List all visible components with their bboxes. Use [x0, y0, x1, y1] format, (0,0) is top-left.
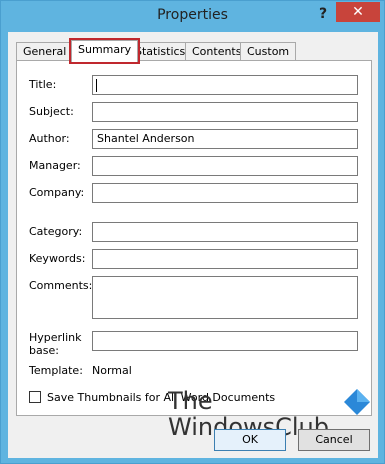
- company-field[interactable]: [92, 183, 358, 203]
- title-label: Title:: [29, 78, 57, 91]
- hyperlink-base-label-line2: base:: [29, 344, 59, 357]
- subject-label: Subject:: [29, 105, 74, 118]
- template-value: Normal: [92, 364, 132, 377]
- comments-field[interactable]: [92, 276, 358, 319]
- title-bar[interactable]: Properties ? ✕: [1, 1, 384, 31]
- category-label: Category:: [29, 225, 83, 238]
- ok-button[interactable]: OK: [214, 429, 286, 451]
- company-label: Company:: [29, 186, 85, 199]
- manager-label: Manager:: [29, 159, 81, 172]
- properties-dialog: Properties ? ✕ General Summary Statistic…: [0, 0, 385, 464]
- cancel-button[interactable]: Cancel: [298, 429, 370, 451]
- tab-general[interactable]: General: [16, 42, 74, 61]
- author-field[interactable]: Shantel Anderson: [92, 129, 358, 149]
- help-button[interactable]: ?: [316, 6, 330, 22]
- watermark-line1: The: [168, 387, 213, 415]
- tab-custom[interactable]: Custom: [240, 42, 297, 61]
- comments-label: Comments:: [29, 279, 93, 292]
- keywords-field[interactable]: [92, 249, 358, 269]
- summary-panel: Title: Subject: Author: Shantel Anderson…: [16, 60, 372, 416]
- category-field[interactable]: [92, 222, 358, 242]
- hyperlink-base-label-line1: Hyperlink: [29, 331, 82, 344]
- hyperlink-base-field[interactable]: [92, 331, 358, 351]
- subject-field[interactable]: [92, 102, 358, 122]
- manager-field[interactable]: [92, 156, 358, 176]
- template-label: Template:: [29, 364, 83, 377]
- author-label: Author:: [29, 132, 70, 145]
- text-caret: [96, 79, 97, 92]
- save-thumbnails-checkbox[interactable]: [29, 391, 41, 403]
- tab-summary[interactable]: Summary: [68, 38, 141, 64]
- close-button[interactable]: ✕: [336, 2, 380, 22]
- keywords-label: Keywords:: [29, 252, 86, 265]
- title-field[interactable]: [92, 75, 358, 95]
- tab-contents[interactable]: Contents: [185, 42, 249, 61]
- windows-logo-icon: [344, 389, 370, 415]
- dialog-client: General Summary Statistics Contents Cust…: [8, 32, 378, 458]
